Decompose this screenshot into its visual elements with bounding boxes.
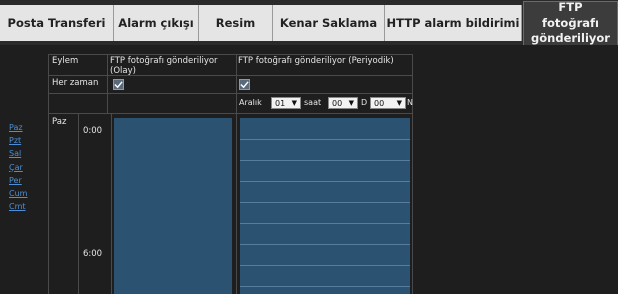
interval-label: Aralık <box>239 98 262 107</box>
tab-ftp-photo-sending-label: FTP fotoğrafı gönderiliyor <box>531 0 610 46</box>
minute-value: 00 <box>374 98 385 108</box>
schedule-hour-line <box>240 265 410 266</box>
day-link-monday[interactable]: Pzt <box>9 134 39 147</box>
grid-line <box>48 54 49 294</box>
column-header-periodic: FTP fotoğrafı gönderiliyor (Periyodik) <box>238 56 394 66</box>
interval-value: 01 <box>275 98 286 108</box>
checkmark-icon <box>240 81 249 89</box>
schedule-hour-line <box>240 286 410 287</box>
schedule-hour-line <box>240 244 410 245</box>
grid-line <box>111 113 112 294</box>
day-link-saturday[interactable]: Cmt <box>9 200 39 213</box>
interval-select[interactable]: 01 ▼ <box>271 97 301 109</box>
grid-line <box>78 113 79 294</box>
time-label: 6:00 <box>83 249 103 259</box>
grid-line <box>236 54 237 294</box>
schedule-hour-line <box>240 160 410 161</box>
hour-select[interactable]: 00 ▼ <box>328 97 358 109</box>
day-link-friday[interactable]: Cum <box>9 187 39 200</box>
dropdown-arrow-icon: ▼ <box>348 99 354 107</box>
schedule-hour-line <box>240 202 410 203</box>
tab-http-alarm-notification[interactable]: HTTP alarm bildirimi <box>385 5 522 41</box>
always-event-checkbox[interactable] <box>113 79 124 90</box>
grid-line <box>48 93 413 94</box>
grid-line <box>48 113 413 114</box>
always-periodic-checkbox[interactable] <box>239 79 250 90</box>
tab-ftp-photo-sending[interactable]: FTP fotoğrafı gönderiliyor <box>523 0 618 46</box>
grid-line <box>107 54 108 113</box>
grid-line <box>412 54 413 294</box>
dropdown-arrow-icon: ▼ <box>396 99 402 107</box>
action-header: Eylem <box>52 56 79 66</box>
tab-edge-storage[interactable]: Kenar Saklama <box>273 5 385 41</box>
schedule-hour-line <box>240 181 410 182</box>
dropdown-arrow-icon: ▼ <box>291 99 297 107</box>
day-label: Paz <box>52 117 67 127</box>
minute-label: D <box>361 98 368 107</box>
day-link-thursday[interactable]: Per <box>9 174 39 187</box>
tab-bar: Posta Transferi Alarm çıkışı Resim Kenar… <box>0 0 618 45</box>
column-header-event: FTP fotoğrafı gönderiliyor (Olay) <box>110 56 218 76</box>
time-label: 0:00 <box>83 126 103 136</box>
day-link-sunday[interactable]: Paz <box>9 121 39 134</box>
hour-label: saat <box>304 98 322 107</box>
day-links: Paz Pzt Sal Çar Per Cum Cmt <box>9 121 39 213</box>
second-label: N <box>407 98 413 107</box>
day-link-tuesday[interactable]: Sal <box>9 147 39 160</box>
schedule-hour-line <box>240 139 410 140</box>
day-link-wednesday[interactable]: Çar <box>9 161 39 174</box>
hour-value: 00 <box>332 98 343 108</box>
checkmark-icon <box>114 81 123 89</box>
tab-alarm-output[interactable]: Alarm çıkışı <box>114 5 199 41</box>
schedule-event-block[interactable] <box>114 118 232 294</box>
always-label: Her zaman <box>52 78 99 88</box>
schedule-periodic-block[interactable] <box>240 118 410 294</box>
tab-image[interactable]: Resim <box>199 5 273 41</box>
schedule-hour-line <box>240 223 410 224</box>
minute-select[interactable]: 00 ▼ <box>370 97 406 109</box>
grid-line <box>48 54 413 55</box>
tab-mail-transfer[interactable]: Posta Transferi <box>0 5 114 41</box>
